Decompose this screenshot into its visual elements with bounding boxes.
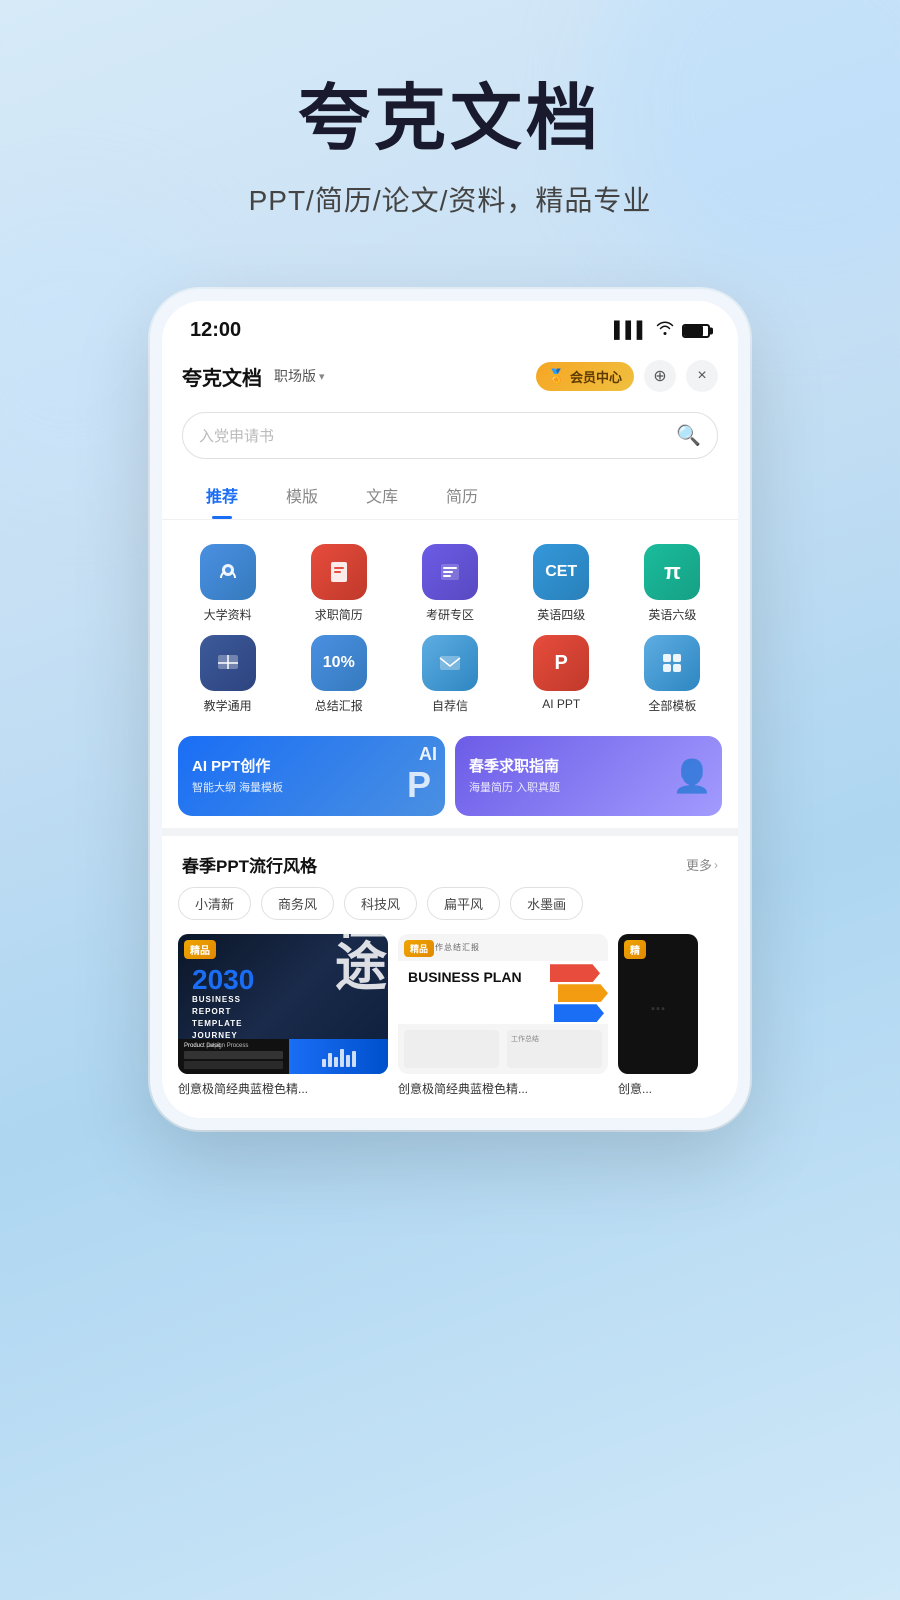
header-actions: 🏅 会员中心 ⊕ ×	[536, 360, 718, 392]
add-button[interactable]: ⊕	[644, 360, 676, 392]
summary-icon: 10%	[311, 635, 367, 691]
banner-section: AI PPT创作 智能大纲 海量模板 AI P 春季求职指南 海量简历 入职真题…	[162, 728, 738, 828]
all-label: 全部模板	[648, 697, 696, 714]
category-exam[interactable]: 考研专区	[394, 538, 505, 629]
category-coverletter[interactable]: 自荐信	[394, 629, 505, 720]
ppt-big-icon: P	[407, 764, 431, 806]
close-button[interactable]: ×	[686, 360, 718, 392]
hero-section: 夸克文档 PPT/简历/论文/资料，精品专业	[0, 0, 900, 259]
template-card-2[interactable]: 时尚工作总结汇报 BUSINESS PLAN	[398, 934, 608, 1098]
chevron-right-icon: ›	[714, 858, 718, 872]
template-thumb-1: 2030 BUSINESSREPORTTEMPLATEJOURNEY 征途 Pr…	[178, 934, 388, 1074]
phone-mockup: 12:00 ▌▌▌ 夸克文档	[150, 289, 750, 1130]
plus-icon: ⊕	[653, 366, 666, 386]
resume-icon	[311, 544, 367, 600]
main-tabs: 推荐 模版 文库 简历	[162, 473, 738, 520]
category-summary[interactable]: 10% 总结汇报	[283, 629, 394, 720]
coverletter-icon	[422, 635, 478, 691]
app-header: 夸克文档 职场版 ▾ 🏅 会员中心 ⊕ ×	[162, 350, 738, 404]
category-all[interactable]: 全部模板	[617, 629, 728, 720]
template-cards-row: 2030 BUSINESSREPORTTEMPLATEJOURNEY 征途 Pr…	[162, 934, 738, 1118]
phone-container: 12:00 ▌▌▌ 夸克文档	[0, 289, 900, 1130]
template-label-3: 创意...	[618, 1082, 698, 1098]
search-icon[interactable]: 🔍	[676, 423, 701, 448]
app-brand-name: 夸克文档	[182, 362, 262, 391]
cet4-label: 英语四级	[537, 606, 585, 623]
template-label-1: 创意极简经典蓝橙色精...	[178, 1082, 388, 1098]
banner-aippt-title: AI PPT创作	[192, 757, 431, 777]
exam-label: 考研专区	[426, 606, 474, 623]
ppt-styles-section-header: 春季PPT流行风格 更多 ›	[162, 836, 738, 887]
style-tags-row: 小清新 商务风 科技风 扁平风 水墨画	[162, 887, 738, 934]
signal-icon: ▌▌▌	[614, 322, 648, 340]
premium-badge-1: 精品	[184, 940, 216, 959]
teaching-icon	[200, 635, 256, 691]
template-card-1[interactable]: 2030 BUSINESSREPORTTEMPLATEJOURNEY 征途 Pr…	[178, 934, 388, 1098]
hero-subtitle: PPT/简历/论文/资料，精品专业	[60, 179, 840, 219]
category-cet4[interactable]: CET 英语四级	[506, 538, 617, 629]
vip-center-button[interactable]: 🏅 会员中心	[536, 362, 634, 391]
template-label-2: 创意极简经典蓝橙色精...	[398, 1082, 608, 1098]
banner-aippt[interactable]: AI PPT创作 智能大纲 海量模板 AI P	[178, 736, 445, 816]
aippt-label: AI PPT	[542, 697, 580, 711]
exam-icon	[422, 544, 478, 600]
all-icon	[644, 635, 700, 691]
person-icon: 👤	[672, 757, 712, 795]
resume-label: 求职简历	[315, 606, 363, 623]
tab-template[interactable]: 模版	[262, 473, 342, 519]
category-resume[interactable]: 求职简历	[283, 538, 394, 629]
status-bar: 12:00 ▌▌▌	[162, 301, 738, 350]
premium-badge-3: 精	[624, 940, 646, 959]
wifi-icon	[656, 321, 674, 340]
template-card-3[interactable]: ... 精 创意...	[618, 934, 698, 1098]
cet4-icon: CET	[533, 544, 589, 600]
search-input[interactable]: 入党申请书	[199, 425, 668, 446]
style-tag-business[interactable]: 商务风	[261, 887, 334, 920]
tab-recommend[interactable]: 推荐	[182, 473, 262, 519]
phone-inner: 12:00 ▌▌▌ 夸克文档	[162, 301, 738, 1118]
premium-badge-2: 精品	[404, 940, 434, 957]
tab-resume[interactable]: 简历	[422, 473, 502, 519]
search-section: 入党申请书 🔍	[162, 404, 738, 473]
status-time: 12:00	[190, 319, 241, 342]
category-grid: 大学资料 求职简历	[162, 520, 738, 728]
style-tag-fresh[interactable]: 小清新	[178, 887, 251, 920]
more-link[interactable]: 更多 ›	[686, 855, 718, 874]
university-icon	[200, 544, 256, 600]
battery-icon	[682, 324, 710, 338]
style-tag-inkwash[interactable]: 水墨画	[510, 887, 583, 920]
hero-title: 夸克文档	[60, 80, 840, 159]
teaching-label: 教学通用	[204, 697, 252, 714]
tab-library[interactable]: 文库	[342, 473, 422, 519]
cet6-icon: π	[644, 544, 700, 600]
summary-label: 总结汇报	[315, 697, 363, 714]
close-icon: ×	[697, 367, 706, 385]
style-tag-tech[interactable]: 科技风	[344, 887, 417, 920]
aippt-icon: P	[533, 635, 589, 691]
style-tag-flat[interactable]: 扁平风	[427, 887, 500, 920]
app-edition[interactable]: 职场版 ▾	[274, 366, 325, 386]
category-university[interactable]: 大学资料	[172, 538, 283, 629]
template-thumb-2: 时尚工作总结汇报 BUSINESS PLAN	[398, 934, 608, 1074]
section-divider	[162, 828, 738, 836]
banner-aippt-subtitle: 智能大纲 海量模板	[192, 779, 431, 795]
category-aippt[interactable]: P AI PPT	[506, 629, 617, 720]
status-icons: ▌▌▌	[614, 321, 710, 340]
chevron-down-icon: ▾	[319, 370, 325, 383]
category-cet6[interactable]: π 英语六级	[617, 538, 728, 629]
cet6-label: 英语六级	[648, 606, 696, 623]
template-preview-2: 时尚工作总结汇报 BUSINESS PLAN	[398, 934, 608, 1074]
template-thumb-3: ... 精	[618, 934, 698, 1074]
university-label: 大学资料	[204, 606, 252, 623]
banner-job[interactable]: 春季求职指南 海量简历 入职真题 👤	[455, 736, 722, 816]
search-bar[interactable]: 入党申请书 🔍	[182, 412, 718, 459]
crown-icon: 🏅	[548, 368, 565, 385]
section-title: 春季PPT流行风格	[182, 852, 317, 877]
coverletter-label: 自荐信	[432, 697, 468, 714]
category-teaching[interactable]: 教学通用	[172, 629, 283, 720]
ai-label-icon: AI	[419, 744, 437, 765]
